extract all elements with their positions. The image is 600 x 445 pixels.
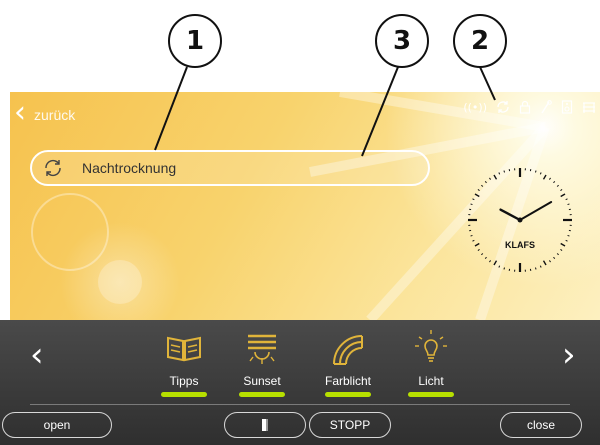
clock-tick	[484, 181, 487, 184]
clock-tick	[539, 172, 542, 175]
clock-tick	[548, 260, 551, 263]
clock-tick	[565, 239, 568, 242]
clock-tick	[565, 198, 568, 201]
clock-minute-hand	[519, 201, 553, 221]
clock-tick	[567, 203, 570, 206]
open-button-label: open	[43, 418, 71, 432]
clock-tick	[542, 260, 547, 266]
sauna-panel: ‹ zurück ((•)) Nachtrocknung KLAFS	[10, 92, 600, 320]
chevron-right-icon[interactable]: ›	[562, 338, 576, 372]
clock-tick	[534, 267, 537, 270]
clock-tick	[474, 242, 480, 247]
clock-tick	[477, 189, 480, 192]
clock-tick	[567, 234, 570, 237]
lock-icon	[519, 100, 531, 114]
radio-signal-icon: ((•))	[463, 100, 487, 114]
clock-tick	[560, 189, 563, 192]
lightbulb-icon	[415, 330, 447, 362]
clock-tick	[548, 177, 551, 180]
clock-tick	[560, 248, 563, 251]
clock-tick	[556, 253, 559, 256]
speaker-icon	[561, 100, 573, 114]
sunset-icon	[248, 334, 276, 364]
tile-farblicht[interactable]: Farblicht	[310, 328, 386, 397]
back-label: zurück	[34, 107, 76, 123]
clock-tick	[474, 193, 480, 198]
program-label: Nachtrocknung	[82, 160, 177, 176]
tile-label: Tipps	[169, 374, 199, 388]
tile-sunset[interactable]: Sunset	[224, 328, 300, 397]
clock-tick	[493, 174, 498, 180]
back-button[interactable]: ‹ zurück	[14, 98, 75, 128]
callout-3: 3	[375, 14, 429, 68]
clock-tick	[534, 170, 537, 173]
clock-tick	[560, 193, 566, 198]
clock-tick	[470, 234, 473, 237]
tile-label: Licht	[418, 374, 444, 388]
tile-tipps[interactable]: Tipps	[146, 328, 222, 397]
wrench-icon	[541, 100, 552, 114]
clock-tick	[484, 256, 487, 259]
stop-button[interactable]: STOPP	[309, 412, 391, 438]
clock-tick	[481, 184, 484, 187]
program-selector[interactable]: Nachtrocknung	[30, 150, 430, 186]
clock-brand: KLAFS	[505, 240, 535, 250]
clock-tick	[560, 242, 566, 247]
clock-tick	[503, 267, 506, 270]
clock-tick	[472, 239, 475, 242]
chevron-left-icon: ‹	[14, 95, 26, 130]
chevron-left-icon[interactable]: ‹	[30, 338, 44, 372]
door-button[interactable]	[224, 412, 306, 438]
stop-button-label: STOPP	[329, 418, 371, 432]
clock-tick	[553, 181, 556, 184]
status-icon-bar: ((•))	[463, 100, 596, 114]
callout-2: 2	[453, 14, 507, 68]
callout-number: 1	[185, 26, 205, 56]
tile-label: Sunset	[243, 374, 281, 388]
clock-tick	[503, 170, 506, 173]
tile-active-indicator	[408, 392, 454, 397]
callout-number: 3	[392, 26, 412, 56]
clock-tick	[489, 260, 492, 263]
sync-icon	[497, 101, 509, 113]
clock-tick	[481, 253, 484, 256]
clock-tick	[472, 198, 475, 201]
clock-tick	[489, 177, 492, 180]
clock-tick	[556, 184, 559, 187]
rainbow-icon	[333, 335, 363, 365]
clock-tick	[477, 248, 480, 251]
door-icon	[262, 419, 268, 431]
clock-tick	[493, 260, 498, 266]
close-button-label: close	[526, 418, 555, 432]
tile-label: Farblicht	[324, 374, 371, 388]
tile-licht[interactable]: Licht	[393, 328, 469, 397]
clock-tick	[539, 265, 542, 268]
clock-tick	[498, 265, 501, 268]
open-button[interactable]: open	[2, 412, 112, 438]
clock-tick	[470, 203, 473, 206]
divider	[30, 404, 570, 405]
sync-icon	[45, 159, 61, 177]
tile-active-indicator	[325, 392, 371, 397]
sauna-bench-icon	[583, 102, 595, 113]
book-icon	[167, 336, 201, 362]
clock-hour-hand	[499, 208, 522, 222]
callout-1: 1	[168, 14, 222, 68]
function-bar: ‹ › Tipps Sunset Farblicht Licht open ST…	[0, 320, 600, 445]
tile-active-indicator	[161, 392, 207, 397]
tile-active-indicator	[239, 392, 285, 397]
close-button[interactable]: close	[500, 412, 582, 438]
clock-tick	[498, 172, 501, 175]
clock-tick	[542, 174, 547, 180]
clock-tick	[553, 256, 556, 259]
callout-number: 2	[470, 26, 490, 56]
analog-clock: KLAFS	[468, 168, 572, 272]
